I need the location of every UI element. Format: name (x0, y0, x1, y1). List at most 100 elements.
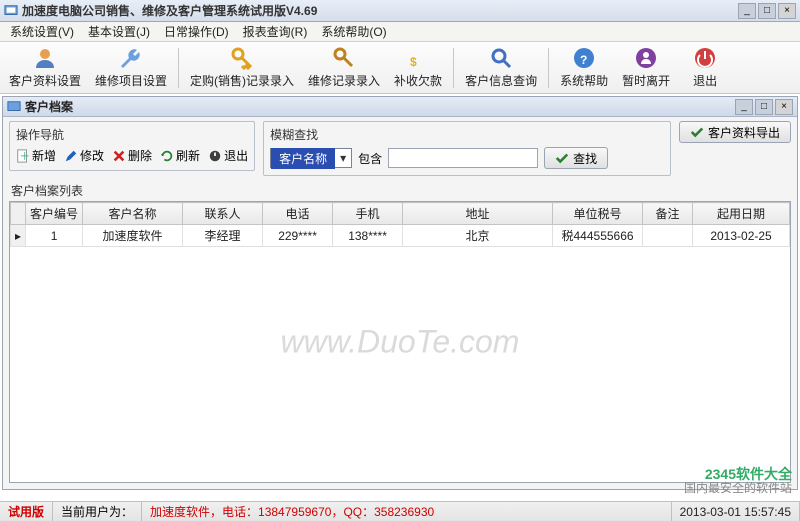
menubar: 系统设置(V) 基本设置(J) 日常操作(D) 报表查询(R) 系统帮助(O) (0, 22, 800, 42)
status-user-label: 当前用户为： (61, 503, 133, 520)
search-field-combo[interactable]: 客户名称 ▾ (270, 148, 352, 168)
op-edit[interactable]: 修改 (64, 147, 104, 164)
inner-close-button[interactable]: × (775, 99, 793, 115)
key2-icon (332, 46, 356, 70)
contains-label: 包含 (358, 150, 382, 167)
site-brand: 2345软件大全 (684, 467, 792, 481)
tool-collect-debt[interactable]: $ 补收欠款 (387, 44, 449, 92)
tool-customer-query[interactable]: 客户信息查询 (458, 44, 544, 92)
search-input[interactable] (388, 148, 538, 168)
refresh-icon (160, 149, 174, 163)
search-button[interactable]: 查找 (544, 147, 608, 169)
ops-group-label: 操作导航 (16, 126, 248, 143)
tool-order-entry[interactable]: 定购(销售)记录录入 (183, 44, 301, 92)
op-exit[interactable]: 退出 (208, 147, 248, 164)
x-icon (112, 149, 126, 163)
op-refresh[interactable]: 刷新 (160, 147, 200, 164)
search-field-value: 客户名称 (271, 148, 335, 169)
svg-text:$: $ (410, 55, 417, 69)
search-icon (489, 46, 513, 70)
app-icon (4, 4, 18, 18)
menu-report-query[interactable]: 报表查询(R) (237, 21, 314, 42)
close-button[interactable]: × (778, 3, 796, 19)
status-trial: 试用版 (0, 502, 53, 521)
menu-daily-ops[interactable]: 日常操作(D) (158, 21, 235, 42)
search-group: 模糊查找 客户名称 ▾ 包含 查找 (263, 121, 671, 176)
status-datetime: 2013-03-01 15:57:45 (672, 502, 800, 521)
exit-small-icon (208, 149, 222, 163)
wrench-icon (119, 46, 143, 70)
tool-repair-project-settings[interactable]: 维修项目设置 (88, 44, 174, 92)
pencil-icon (64, 149, 78, 163)
col-date[interactable]: 起用日期 (693, 203, 790, 225)
watermark-text: www.DuoTe.com (281, 324, 520, 361)
site-logo: 2345软件大全 国内最安全的软件站 (684, 467, 792, 495)
check-icon (690, 125, 704, 139)
tool-system-help[interactable]: ? 系统帮助 (553, 44, 615, 92)
inner-minimize-button[interactable]: _ (735, 99, 753, 115)
tool-customer-settings[interactable]: 客户资料设置 (2, 44, 88, 92)
menu-system-settings[interactable]: 系统设置(V) (4, 21, 80, 42)
row-indicator-icon: ▸ (11, 225, 26, 247)
cell-tel: 229**** (263, 225, 333, 247)
customer-archive-window: 客户档案 _ □ × 操作导航 ＋新增 修改 删除 刷新 退出 模糊查找 客户名… (2, 96, 798, 490)
table-row[interactable]: ▸ 1 加速度软件 李经理 229**** 138**** 北京 税444555… (11, 225, 790, 247)
chevron-down-icon[interactable]: ▾ (335, 151, 351, 165)
svg-text:?: ? (580, 53, 587, 67)
cell-name: 加速度软件 (83, 225, 183, 247)
menu-system-help[interactable]: 系统帮助(O) (315, 21, 392, 42)
window-titlebar: 加速度电脑公司销售、维修及客户管理系统试用版V4.69 _ □ × (0, 0, 800, 22)
inner-titlebar: 客户档案 _ □ × (3, 97, 797, 117)
col-addr[interactable]: 地址 (403, 203, 553, 225)
col-id[interactable]: 客户编号 (26, 203, 83, 225)
cell-note (643, 225, 693, 247)
cell-tax: 税444555666 (553, 225, 643, 247)
cell-mobile: 138**** (333, 225, 403, 247)
window-title: 加速度电脑公司销售、维修及客户管理系统试用版V4.69 (22, 2, 738, 19)
row-indicator-header (11, 203, 26, 225)
search-group-label: 模糊查找 (270, 126, 664, 143)
check-icon (555, 151, 569, 165)
lock-person-icon (634, 46, 658, 70)
toolbar-separator (548, 48, 549, 88)
menu-basic-settings[interactable]: 基本设置(J) (82, 21, 156, 42)
customer-table: 客户编号 客户名称 联系人 电话 手机 地址 单位税号 备注 起用日期 ▸ 1 … (10, 202, 790, 247)
key-icon (230, 46, 254, 70)
ops-group: 操作导航 ＋新增 修改 删除 刷新 退出 (9, 121, 255, 171)
col-contact[interactable]: 联系人 (183, 203, 263, 225)
col-tel[interactable]: 电话 (263, 203, 333, 225)
statusbar: 试用版 当前用户为： 加速度软件，电话：13847959670，QQ：35823… (0, 501, 800, 521)
cell-id: 1 (26, 225, 83, 247)
tool-repair-entry[interactable]: 维修记录录入 (301, 44, 387, 92)
minimize-button[interactable]: _ (738, 3, 756, 19)
toolbar-separator (178, 48, 179, 88)
col-note[interactable]: 备注 (643, 203, 693, 225)
person-icon (33, 46, 57, 70)
cell-addr: 北京 (403, 225, 553, 247)
inner-maximize-button[interactable]: □ (755, 99, 773, 115)
inner-title: 客户档案 (25, 98, 735, 115)
cell-date: 2013-02-25 (693, 225, 790, 247)
list-label: 客户档案列表 (3, 180, 797, 201)
tool-lock[interactable]: 暂时离开 (615, 44, 677, 92)
col-tax[interactable]: 单位税号 (553, 203, 643, 225)
status-center: 加速度软件，电话：13847959670，QQ：358236930 (142, 502, 672, 521)
col-name[interactable]: 客户名称 (83, 203, 183, 225)
help-icon: ? (572, 46, 596, 70)
toolbar-separator (453, 48, 454, 88)
maximize-button[interactable]: □ (758, 3, 776, 19)
main-toolbar: 客户资料设置 维修项目设置 定购(销售)记录录入 维修记录录入 $ 补收欠款 客… (0, 42, 800, 94)
controls-row: 操作导航 ＋新增 修改 删除 刷新 退出 模糊查找 客户名称 ▾ 包含 查 (3, 117, 797, 180)
op-delete[interactable]: 删除 (112, 147, 152, 164)
col-mobile[interactable]: 手机 (333, 203, 403, 225)
export-button[interactable]: 客户资料导出 (679, 121, 791, 143)
cell-contact: 李经理 (183, 225, 263, 247)
window-controls: _ □ × (738, 3, 796, 19)
exit-icon (693, 46, 717, 70)
customer-table-wrap: 客户编号 客户名称 联系人 电话 手机 地址 单位税号 备注 起用日期 ▸ 1 … (9, 201, 791, 483)
tool-exit[interactable]: 退出 (677, 44, 733, 92)
op-add[interactable]: ＋新增 (16, 147, 56, 164)
page-plus-icon: ＋ (16, 149, 30, 163)
inner-app-icon (7, 100, 21, 114)
svg-text:＋: ＋ (20, 150, 31, 162)
